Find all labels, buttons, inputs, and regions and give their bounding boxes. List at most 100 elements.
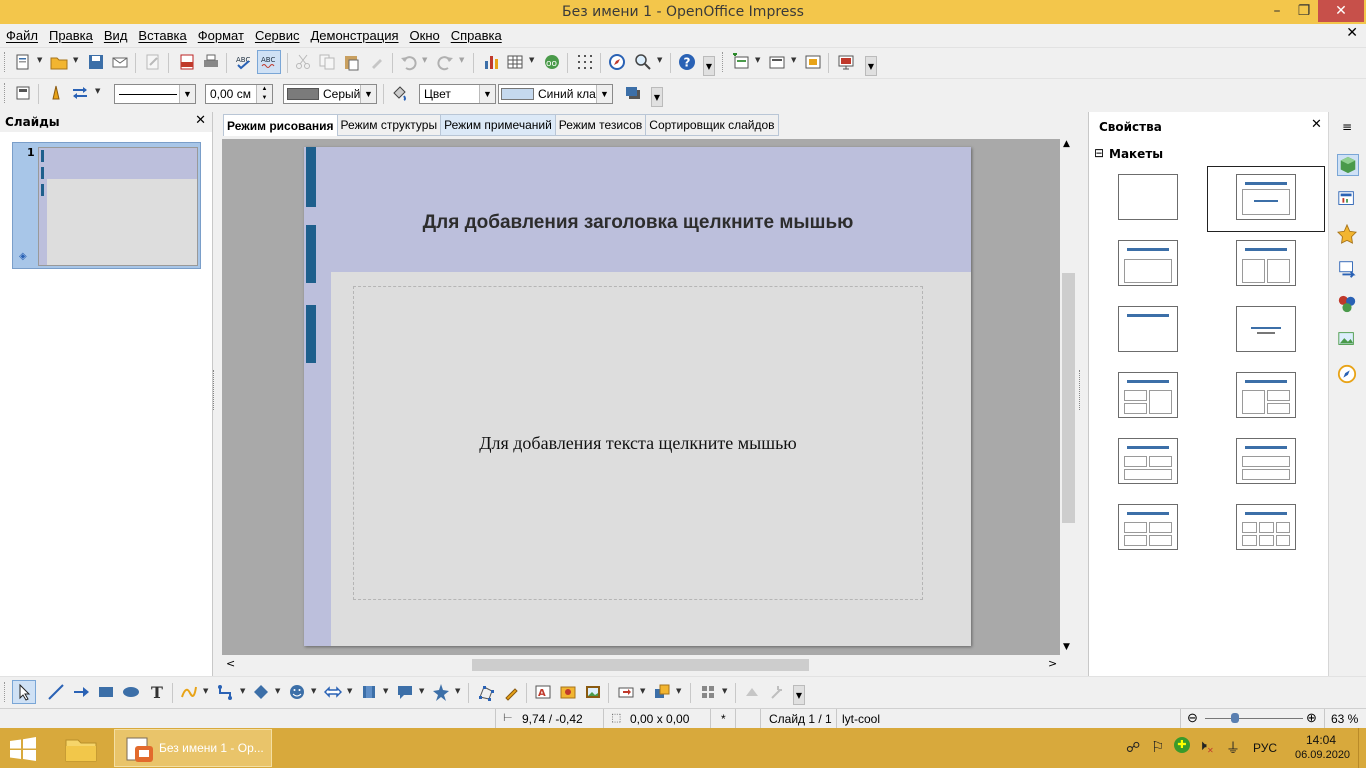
tab-handout-view[interactable]: Режим тезисов [555, 114, 647, 136]
block-arrows-icon[interactable] [322, 681, 344, 703]
toolbar-grip[interactable] [4, 52, 7, 72]
horizontal-scroll-thumb[interactable] [472, 659, 809, 671]
impress-taskbar-button[interactable]: Без имени 1 - Ор... [114, 729, 272, 767]
line-style-select[interactable]: ▼ [114, 84, 196, 104]
layout-title-4content[interactable] [1118, 504, 1178, 550]
autospellcheck-icon[interactable]: ABC [257, 50, 281, 74]
layout-title-slide[interactable] [1236, 174, 1296, 220]
slide-thumbnail-1[interactable]: 1 ◈ [12, 142, 201, 269]
copy-icon[interactable] [316, 51, 338, 73]
points-icon[interactable] [475, 681, 497, 703]
layout-title-content-2content[interactable] [1236, 372, 1296, 418]
layouts-section-toggle[interactable]: ⊟ [1094, 146, 1104, 160]
tab-notes-view[interactable]: Режим примечаний [441, 114, 556, 136]
usb-icon[interactable]: ⏚ [1226, 738, 1240, 758]
menu-view[interactable]: Вид [104, 28, 128, 43]
glue-points-icon[interactable] [500, 681, 522, 703]
clock-date[interactable]: 06.09.2020 [1295, 749, 1350, 761]
alignment-dropdown-arrow[interactable]: ▼ [640, 687, 648, 695]
fontwork-gallery-icon[interactable]: A [532, 681, 554, 703]
custom-animation-deck-icon[interactable] [1336, 223, 1359, 246]
stars-dropdown-arrow[interactable]: ▼ [455, 687, 463, 695]
layout-dropdown-arrow[interactable]: ▼ [791, 56, 799, 64]
from-file-icon[interactable] [557, 681, 579, 703]
start-button[interactable] [8, 737, 38, 761]
pane-splitter[interactable] [213, 370, 217, 410]
callouts-icon[interactable] [394, 681, 416, 703]
layout-centered-text[interactable] [1236, 306, 1296, 352]
ellipse-tool-icon[interactable] [120, 681, 142, 703]
vertical-scroll-thumb[interactable] [1062, 273, 1075, 523]
file-explorer-taskbar-icon[interactable] [60, 732, 102, 766]
edit-file-icon[interactable] [142, 51, 164, 73]
close-window-button[interactable]: ✕ [1318, 0, 1364, 22]
line-tool-icon[interactable] [45, 681, 67, 703]
flowchart-icon[interactable] [358, 681, 380, 703]
styles-deck-icon[interactable] [1337, 294, 1359, 316]
close-slides-pane-icon[interactable]: ✕ [195, 113, 206, 128]
volume-muted-icon[interactable]: 🕨 [1198, 738, 1207, 754]
export-pdf-icon[interactable] [176, 51, 198, 73]
toolbar-overflow-icon[interactable]: ▼ [703, 56, 715, 76]
layout-title-content[interactable] [1118, 240, 1178, 286]
body-placeholder[interactable]: Для добавления текста щелкните мышью [353, 286, 923, 600]
flowchart-dropdown-arrow[interactable]: ▼ [383, 687, 391, 695]
menu-format[interactable]: Формат [198, 28, 244, 43]
zoom-slider[interactable] [1205, 718, 1303, 719]
shadow-icon[interactable] [622, 82, 644, 104]
restore-button[interactable]: ❐ [1291, 0, 1317, 22]
layout-title-2content-content[interactable] [1118, 372, 1178, 418]
table-icon[interactable] [504, 51, 526, 73]
arrow-line-tool-icon[interactable] [70, 681, 92, 703]
styles-icon[interactable] [12, 82, 34, 104]
line-color-select[interactable]: Серый ▼ [283, 84, 377, 104]
menu-window[interactable]: Окно [410, 28, 440, 43]
toolbar-grip[interactable] [722, 52, 725, 72]
connector-tool-icon[interactable] [215, 681, 237, 703]
new-dropdown-arrow[interactable]: ▼ [37, 56, 45, 64]
input-language[interactable]: РУС [1253, 741, 1277, 755]
layout-title-6content[interactable] [1236, 504, 1296, 550]
extrusion-icon[interactable] [697, 681, 719, 703]
line-width-field[interactable]: 0,00 см ▲ ▼ [205, 84, 273, 104]
scroll-down-icon[interactable]: ▼ [1063, 642, 1070, 652]
gallery-deck-icon[interactable] [1337, 329, 1359, 351]
arrange-dropdown-arrow[interactable]: ▼ [676, 687, 684, 695]
menu-slideshow[interactable]: Демонстрация [310, 28, 398, 43]
toolbar-overflow-icon[interactable]: ▼ [793, 685, 805, 705]
3d-toggle-icon[interactable] [741, 681, 763, 703]
zoom-in-icon[interactable]: ⊕ [1306, 710, 1317, 726]
open-icon[interactable] [48, 51, 70, 73]
navigator-deck-icon[interactable] [1337, 364, 1359, 386]
tab-outline-view[interactable]: Режим структуры [337, 114, 442, 136]
rotate-icon[interactable] [615, 681, 637, 703]
new-slide-icon[interactable] [730, 51, 752, 73]
menu-tools[interactable]: Сервис [255, 28, 300, 43]
zoom-icon[interactable] [632, 51, 654, 73]
text-tool-icon[interactable]: T [146, 681, 168, 703]
tab-slide-sorter[interactable]: Сортировщик слайдов [646, 114, 779, 136]
select-tool-icon[interactable] [12, 680, 36, 704]
paste-icon[interactable] [340, 51, 362, 73]
layout-title-two-content[interactable] [1236, 240, 1296, 286]
curve-tool-icon[interactable] [178, 681, 200, 703]
chart-icon[interactable] [480, 51, 502, 73]
cut-icon[interactable] [292, 51, 314, 73]
new-slide-dropdown-arrow[interactable]: ▼ [755, 56, 763, 64]
scroll-up-icon[interactable]: ▲ [1063, 139, 1070, 149]
toolbar-overflow-icon[interactable]: ▼ [865, 56, 877, 76]
menu-edit[interactable]: Правка [49, 28, 93, 43]
action-center-flag-icon[interactable]: ⚐ [1151, 738, 1164, 756]
arrow-style-dropdown-arrow[interactable]: ▼ [95, 87, 103, 95]
layout-title-2content-over-content[interactable] [1118, 438, 1178, 484]
slide-1[interactable]: Для добавления заголовка щелкните мышью … [304, 147, 971, 646]
zoom-slider-handle[interactable] [1231, 713, 1239, 723]
clock-time[interactable]: 14:04 [1306, 733, 1336, 747]
save-icon[interactable] [85, 51, 107, 73]
title-placeholder[interactable]: Для добавления заголовка щелкните мышью [353, 187, 923, 259]
block-arrows-dropdown-arrow[interactable]: ▼ [347, 687, 355, 695]
vertical-scrollbar[interactable]: ▲ ▼ [1060, 139, 1077, 655]
slide-layout-icon[interactable] [766, 51, 788, 73]
antivirus-tray-icon[interactable]: ✚ [1174, 737, 1190, 753]
stars-icon[interactable] [430, 681, 452, 703]
